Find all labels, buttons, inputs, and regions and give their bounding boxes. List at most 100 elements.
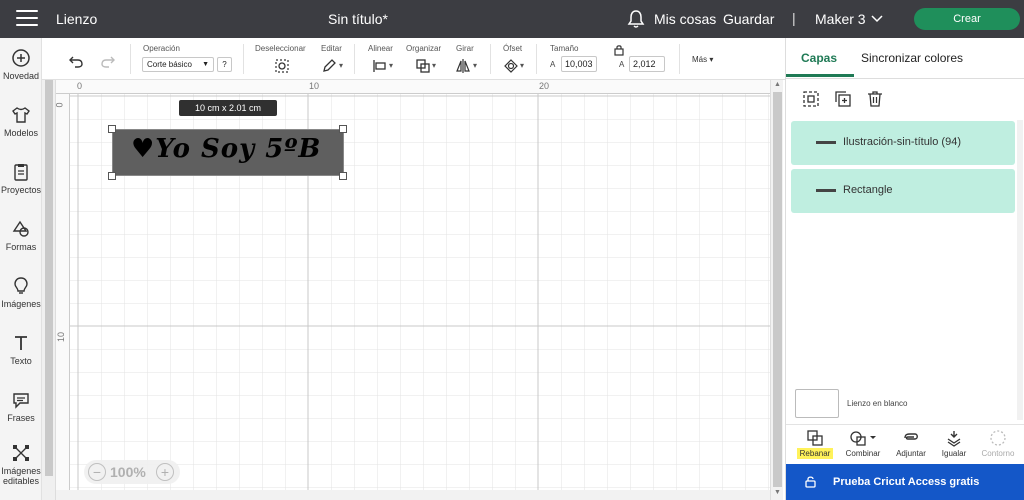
zoom-level: 100% bbox=[110, 464, 146, 480]
sidebar-item-label: Modelos bbox=[3, 128, 39, 138]
caret-down-icon[interactable]: ▾ bbox=[473, 61, 477, 70]
sidebar-item-modelos[interactable]: Modelos bbox=[0, 105, 42, 138]
height-letter: A bbox=[619, 60, 625, 69]
tab-sincronizar-colores[interactable]: Sincronizar colores bbox=[861, 51, 963, 65]
rotate-label: Girar bbox=[456, 44, 474, 53]
sidebar-item-label: Texto bbox=[10, 356, 32, 366]
more-button[interactable]: Más ▾ bbox=[692, 55, 713, 64]
width-input[interactable]: 10,003 bbox=[561, 56, 597, 72]
save-button[interactable]: Guardar bbox=[723, 11, 774, 27]
horizontal-ruler: 0 10 20 bbox=[56, 80, 770, 94]
deselect-icon[interactable] bbox=[274, 58, 290, 74]
plus-circle-icon bbox=[12, 49, 30, 67]
layer-item[interactable]: Ilustración-sin-título (94) bbox=[791, 121, 1015, 165]
scroll-down-arrow-icon[interactable]: ▼ bbox=[774, 489, 781, 496]
zoom-in-button[interactable]: + bbox=[156, 463, 174, 481]
bell-icon[interactable] bbox=[626, 9, 646, 29]
machine-selector[interactable]: Maker 3 bbox=[815, 11, 866, 27]
blank-canvas-swatch[interactable] bbox=[795, 389, 839, 418]
operation-select[interactable]: Corte básico ▼ bbox=[142, 57, 214, 72]
scroll-thumb[interactable] bbox=[45, 46, 53, 476]
attach-button[interactable]: Adjuntar bbox=[888, 429, 934, 458]
active-tab-indicator bbox=[786, 74, 854, 77]
organize-label: Organizar bbox=[406, 44, 442, 53]
sidebar-item-label: Formas bbox=[5, 242, 37, 252]
chevron-down-icon[interactable] bbox=[870, 12, 884, 26]
ruler-tick-label: 0 bbox=[54, 102, 65, 108]
create-button[interactable]: Crear bbox=[914, 8, 1020, 30]
toolbar-divider bbox=[679, 44, 680, 74]
zoom-out-button[interactable]: − bbox=[88, 463, 106, 481]
group-icon[interactable] bbox=[801, 89, 821, 109]
offset-label: Ófset bbox=[503, 44, 523, 53]
contour-button[interactable]: Contorno bbox=[975, 429, 1021, 458]
ruler-tick-label: 10 bbox=[309, 81, 320, 91]
toolbar-divider bbox=[130, 44, 131, 74]
flip-icon[interactable] bbox=[455, 58, 471, 74]
combine-button[interactable]: Combinar bbox=[840, 429, 886, 458]
resize-handle-top-left[interactable] bbox=[108, 125, 116, 133]
lock-icon bbox=[805, 476, 816, 488]
flatten-icon bbox=[947, 431, 961, 447]
scroll-thumb[interactable] bbox=[773, 92, 782, 487]
toolbar-divider bbox=[536, 44, 537, 74]
combine-label: Combinar bbox=[845, 449, 881, 458]
app-title: Lienzo bbox=[56, 11, 98, 27]
resize-handle-top-right[interactable] bbox=[339, 125, 347, 133]
design-text: ♥Yo Soy 5ºB bbox=[131, 134, 322, 164]
align-icon[interactable] bbox=[372, 58, 388, 74]
arrange-icon[interactable] bbox=[415, 58, 431, 74]
canvas-vertical-scrollbar[interactable]: ▲ ▼ bbox=[770, 80, 783, 500]
undo-icon[interactable] bbox=[68, 53, 84, 69]
trash-icon[interactable] bbox=[865, 89, 885, 109]
sidebar-item-formas[interactable]: Formas bbox=[0, 219, 42, 252]
cricut-access-promo[interactable]: Prueba Cricut Access gratis bbox=[786, 464, 1024, 500]
flatten-button[interactable]: Igualar bbox=[931, 429, 977, 458]
sidebar-item-label: Imágenes bbox=[1, 299, 41, 309]
hamburger-menu-icon[interactable] bbox=[16, 10, 38, 28]
speech-bubble-icon bbox=[13, 393, 29, 409]
tab-capas[interactable]: Capas bbox=[801, 51, 837, 65]
sidebar-item-proyectos[interactable]: Proyectos bbox=[0, 162, 42, 195]
sidebar-item-novedad[interactable]: Novedad bbox=[0, 48, 42, 81]
sidebar-item-imagenes[interactable]: Imágenes bbox=[0, 276, 42, 309]
layer-name: Rectangle bbox=[843, 184, 893, 196]
sidebar-item-imagenes-editables[interactable]: Imágenes editables bbox=[0, 443, 42, 486]
caret-down-icon[interactable]: ▾ bbox=[520, 61, 524, 70]
pencil-icon[interactable] bbox=[321, 58, 337, 74]
caret-down-icon[interactable]: ▾ bbox=[389, 61, 393, 70]
shapes-icon bbox=[12, 220, 29, 237]
selected-design[interactable]: ♥Yo Soy 5ºB bbox=[112, 129, 344, 176]
duplicate-icon[interactable] bbox=[833, 89, 853, 109]
layers-panel: Capas Sincronizar colores Ilustración-si… bbox=[785, 38, 1024, 500]
caret-down-icon[interactable]: ▾ bbox=[432, 61, 436, 70]
caret-down-icon[interactable]: ▾ bbox=[339, 61, 343, 70]
resize-handle-bottom-right[interactable] bbox=[339, 172, 347, 180]
edit-label: Editar bbox=[321, 44, 342, 53]
sidebar-item-texto[interactable]: Texto bbox=[0, 333, 42, 366]
attach-label: Adjuntar bbox=[896, 449, 926, 458]
help-button[interactable]: ? bbox=[217, 57, 232, 72]
document-title[interactable]: Sin título* bbox=[328, 11, 388, 27]
my-stuff-link[interactable]: Mis cosas bbox=[654, 11, 716, 27]
canvas-horizontal-scrollbar[interactable] bbox=[56, 490, 770, 500]
toolbar-divider bbox=[490, 44, 491, 74]
layer-item[interactable]: Rectangle bbox=[791, 169, 1015, 213]
edit-toolbar: Operación Corte básico ▼ ? Deseleccionar … bbox=[42, 38, 785, 80]
sidebar-item-label: Proyectos bbox=[0, 185, 42, 195]
ruler-tick-label: 0 bbox=[77, 81, 83, 91]
sidebar-item-frases[interactable]: Frases bbox=[0, 390, 42, 423]
offset-icon[interactable] bbox=[503, 58, 519, 74]
scroll-up-arrow-icon[interactable]: ▲ bbox=[774, 81, 781, 88]
lock-icon[interactable] bbox=[613, 44, 625, 56]
zoom-control: − 100% + bbox=[84, 460, 180, 484]
layers-scrollbar[interactable] bbox=[1017, 120, 1023, 420]
slice-button[interactable]: Rebanar bbox=[792, 429, 838, 459]
height-input[interactable]: 2,012 bbox=[629, 56, 665, 72]
redo-icon[interactable] bbox=[100, 53, 116, 69]
shirt-icon bbox=[12, 107, 30, 123]
toolbar-divider bbox=[243, 44, 244, 74]
resize-handle-bottom-left[interactable] bbox=[108, 172, 116, 180]
layer-actions: Rebanar Combinar Adjuntar Igualar Contor… bbox=[786, 424, 1024, 464]
lightbulb-icon bbox=[14, 277, 28, 294]
